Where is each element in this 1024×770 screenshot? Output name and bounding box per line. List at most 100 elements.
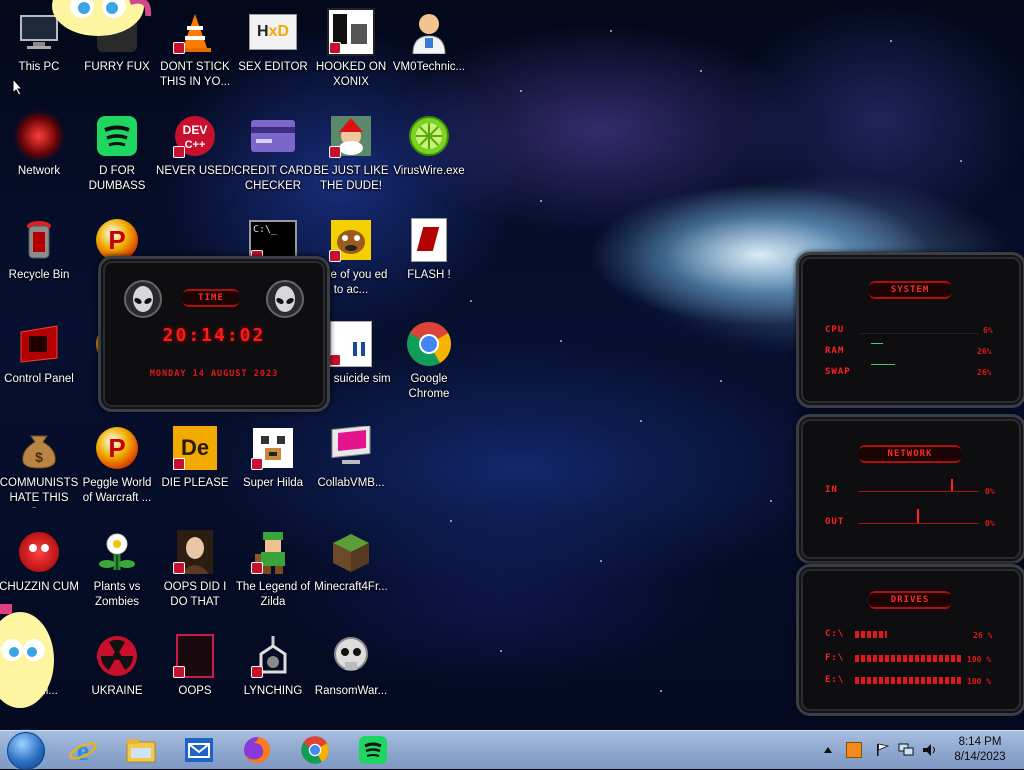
desktop-icon-ukraine[interactable]: UKRAINE bbox=[77, 624, 157, 724]
shortcut-badge bbox=[329, 250, 341, 262]
alien-logo-left-icon bbox=[123, 279, 163, 324]
desktop-icon-dont-stick[interactable]: DONT STICK THIS IN YO... bbox=[155, 0, 235, 100]
desktop-icon-control-panel[interactable]: Control Panel bbox=[0, 312, 79, 412]
network-status-icon[interactable] bbox=[898, 742, 914, 758]
desktop-icon-lynching[interactable]: LYNCHING bbox=[233, 624, 313, 724]
icon-label: Minecraft4Fr... bbox=[314, 581, 388, 593]
time-gadget[interactable]: TIME 20:14:02 MONDAY 14 AUGUST 2023 bbox=[98, 256, 330, 412]
credit-card-icon bbox=[249, 112, 297, 160]
star bbox=[890, 40, 892, 42]
system-gadget[interactable]: SYSTEM CPU 6% RAM 26% SWAP 26% bbox=[796, 252, 1024, 408]
icon-label: FURRY FUX bbox=[84, 61, 150, 73]
drive-c-bar bbox=[855, 631, 979, 638]
desktop-icon-be-just-like-the-dude[interactable]: BE JUST LIKE THE DUDE! bbox=[311, 104, 391, 204]
drive-e-bar bbox=[855, 677, 961, 684]
desktop-icon-d-for-dumbass[interactable]: D FOR DUMBASS bbox=[77, 104, 157, 204]
alien-logo-right-icon bbox=[265, 279, 305, 324]
cartoon-character-sticker bbox=[32, 0, 156, 36]
shortcut-badge bbox=[329, 354, 341, 366]
icon-label: HOOKED ON XONIX bbox=[315, 61, 387, 88]
shortcut-badge bbox=[173, 146, 185, 158]
desktop-icon-never-used[interactable]: DEV C++ NEVER USED! bbox=[155, 104, 235, 204]
icon-label: LYNCHING bbox=[243, 685, 303, 697]
radiation-icon bbox=[93, 632, 141, 680]
star bbox=[640, 420, 642, 422]
shortcut-badge bbox=[329, 42, 341, 54]
desktop-icon-oops-did-i-do-that[interactable]: OOPS DID I DO THAT bbox=[155, 520, 235, 620]
star bbox=[600, 560, 602, 562]
icon-label: COMMUNISTS HATE THIS G... bbox=[0, 477, 79, 508]
recycle-bin-icon bbox=[15, 216, 63, 264]
santa-icon bbox=[327, 112, 375, 160]
swap-meter-line bbox=[871, 364, 895, 365]
xonix-icon bbox=[327, 8, 375, 56]
drive-c-value: 26 % bbox=[973, 631, 993, 640]
desktop-icon-plants-vs-zombies[interactable]: Plants vs Zombies bbox=[77, 520, 157, 620]
network-gadget-title: NETWORK bbox=[859, 445, 961, 463]
date-display: MONDAY 14 AUGUST 2023 bbox=[149, 369, 279, 379]
file-explorer-icon[interactable] bbox=[120, 734, 162, 766]
icon-label: Super Hilda bbox=[242, 477, 304, 489]
net-in-graph bbox=[859, 491, 979, 492]
time-display: 20:14:02 bbox=[162, 325, 266, 346]
show-hidden-icons-icon[interactable] bbox=[820, 742, 836, 758]
tray-app-icon[interactable] bbox=[846, 742, 862, 758]
icon-label: D FOR DUMBASS bbox=[88, 165, 146, 192]
taskbar-clock[interactable]: 8:14 PM 8/14/2023 bbox=[944, 735, 1016, 765]
pixel-dog-icon bbox=[249, 424, 297, 472]
start-orb-icon[interactable] bbox=[7, 732, 45, 770]
network-gadget[interactable]: NETWORK IN 0% OUT 0% bbox=[796, 414, 1024, 564]
drive-e-bar-fill bbox=[855, 677, 961, 684]
drive-f-bar bbox=[855, 655, 961, 662]
peggle-icon: P bbox=[93, 424, 141, 472]
firefox-icon[interactable] bbox=[236, 734, 278, 766]
document-icon bbox=[327, 320, 375, 368]
desktop-icon-credit-card-checker[interactable]: CREDIT CARD CHECKER bbox=[233, 104, 313, 204]
desktop-icon-die-please[interactable]: De DIE PLEASE bbox=[155, 416, 235, 516]
volume-icon[interactable] bbox=[922, 742, 938, 758]
icon-label: CollabVMB... bbox=[317, 477, 385, 489]
skull-icon bbox=[327, 632, 375, 680]
star bbox=[960, 160, 962, 162]
control-panel-icon bbox=[15, 320, 63, 368]
net-in-label: IN bbox=[825, 485, 838, 495]
action-center-flag-icon[interactable] bbox=[874, 742, 890, 758]
icon-label: VM0Technic... bbox=[392, 61, 466, 73]
desktop-icon-legend-of-zilda[interactable]: The Legend of Zilda bbox=[233, 520, 313, 620]
desktop-icon-network[interactable]: Network bbox=[0, 104, 79, 204]
star bbox=[470, 300, 472, 302]
icon-label: CHUZZIN CUM bbox=[0, 581, 79, 593]
cpu-value: 6% bbox=[983, 326, 993, 335]
desktop-icon-super-hilda[interactable]: Super Hilda bbox=[233, 416, 313, 516]
spotify-icon[interactable] bbox=[352, 734, 394, 766]
system-gadget-title: SYSTEM bbox=[869, 281, 951, 299]
desktop-icon-minecraft[interactable]: Minecraft4Fr... bbox=[311, 520, 391, 620]
mail-icon[interactable] bbox=[178, 734, 220, 766]
desktop-icon-oops[interactable]: OOPS bbox=[155, 624, 235, 724]
desktop-icon-flash[interactable]: FLASH ! bbox=[389, 208, 469, 308]
desktop-icon-viruswire[interactable]: VirusWire.exe bbox=[389, 104, 469, 204]
vlc-cone-icon bbox=[171, 8, 219, 56]
shortcut-badge bbox=[173, 562, 185, 574]
cpu-meter-line bbox=[859, 333, 979, 334]
icon-label: Peggle World of Warcraft ... bbox=[82, 477, 152, 504]
desktop-icon-sex-editor[interactable]: HxD SEX EDITOR bbox=[233, 0, 313, 100]
icon-label: Google Chrome bbox=[408, 373, 450, 400]
desktop-icon-recycle-bin[interactable]: Recycle Bin bbox=[0, 208, 79, 308]
desktop-icon-vm0technic[interactable]: VM0Technic... bbox=[389, 0, 469, 100]
limewire-icon bbox=[405, 112, 453, 160]
internet-explorer-icon[interactable]: e bbox=[62, 734, 104, 766]
desktop-icon-communists[interactable]: $ COMMUNISTS HATE THIS G... bbox=[0, 416, 79, 516]
chrome-icon[interactable] bbox=[294, 734, 336, 766]
desktop-icon-peggle-world-of-warcraft[interactable]: P Peggle World of Warcraft ... bbox=[77, 416, 157, 516]
taskbar[interactable]: e 8:14 PM 8/14/2023 bbox=[0, 730, 1024, 770]
desktop-icon-google-chrome[interactable]: Google Chrome bbox=[389, 312, 469, 412]
drive-c-label: C:\ bbox=[825, 629, 845, 639]
drives-gadget[interactable]: DRIVES C:\ 26 % F:\ 100 % E:\ 100 % bbox=[796, 564, 1024, 716]
hook-icon bbox=[249, 632, 297, 680]
desktop-icon-collabvm[interactable]: CollabVMB... bbox=[311, 416, 391, 516]
minecraft-icon bbox=[327, 528, 375, 576]
desktop-icon-ransomware[interactable]: RansomWar... bbox=[311, 624, 391, 724]
desktop-icon-hooked-on-xonix[interactable]: HOOKED ON XONIX bbox=[311, 0, 391, 100]
drive-c-bar-fill bbox=[855, 631, 888, 638]
